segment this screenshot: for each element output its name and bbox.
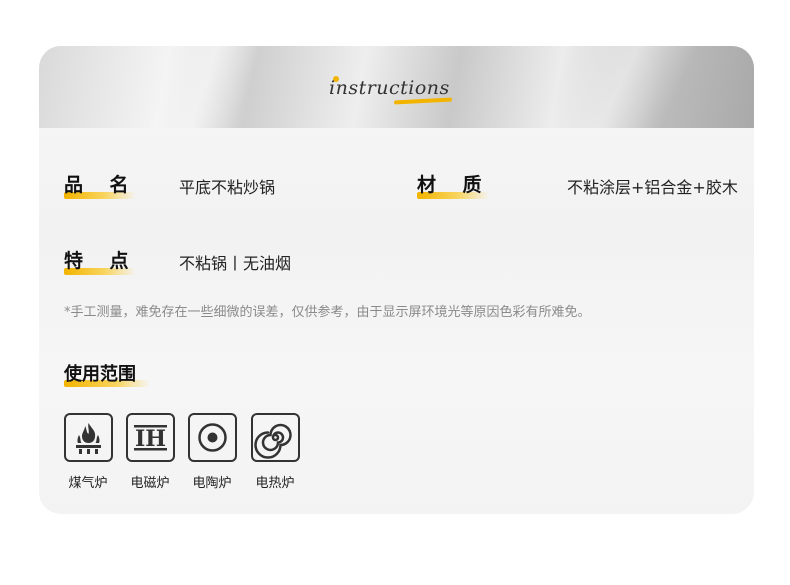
name-label: 品 名 bbox=[64, 170, 136, 199]
header-title-group: instructions bbox=[324, 72, 474, 106]
gas-stove-label: 煤气炉 bbox=[68, 476, 108, 491]
material-value: 不粘涂层+铝合金+胶木 bbox=[567, 178, 738, 197]
electric-coil-icon bbox=[251, 413, 300, 462]
ceramic-stove-icon bbox=[188, 413, 237, 462]
header-title: instructions bbox=[329, 77, 450, 99]
usage-title: 使用范围 bbox=[64, 360, 150, 387]
induction-icon: IH bbox=[126, 413, 175, 462]
disclaimer-note: *手工测量，难免存在一些细微的误差，仅供参考，由于显示屏环境光等原因色彩有所难免… bbox=[64, 305, 591, 320]
material-label: 材 质 bbox=[417, 170, 489, 199]
header-banner: instructions bbox=[39, 46, 754, 128]
feature-value: 不粘锅丨无油烟 bbox=[179, 254, 292, 273]
electric-coil-label: 电热炉 bbox=[255, 476, 295, 491]
name-value: 平底不粘炒锅 bbox=[179, 178, 276, 197]
induction-label: 电磁炉 bbox=[130, 476, 170, 491]
gas-stove-icon bbox=[64, 413, 113, 462]
ceramic-stove-label: 电陶炉 bbox=[192, 476, 232, 491]
feature-label: 特 点 bbox=[64, 246, 136, 275]
